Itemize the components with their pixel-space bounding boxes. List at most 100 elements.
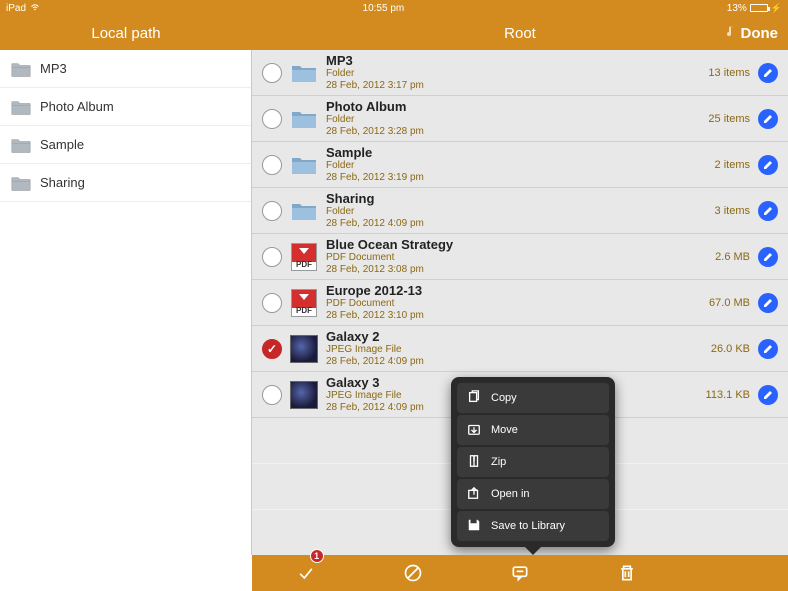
file-type-icon: PDF [290, 289, 318, 317]
folder-icon [10, 174, 32, 192]
select-all-button[interactable]: 1 [286, 555, 326, 591]
edit-button[interactable] [758, 385, 778, 405]
file-type-label: Folder [326, 160, 715, 172]
edit-button[interactable] [758, 155, 778, 175]
zip-icon [467, 454, 491, 471]
file-type-label: Folder [326, 68, 708, 80]
file-name: Sharing [326, 191, 715, 207]
edit-button[interactable] [758, 339, 778, 359]
sidebar-item-label: Sharing [40, 175, 85, 190]
select-checkbox[interactable] [262, 247, 282, 267]
deselect-button[interactable] [393, 555, 433, 591]
popup-item-zip[interactable]: Zip [457, 447, 609, 477]
file-name: Europe 2012-13 [326, 283, 709, 299]
file-info: Blue Ocean Strategy PDF Document 28 Feb,… [326, 237, 715, 277]
mail-button[interactable] [714, 555, 754, 591]
file-type-label: Folder [326, 114, 708, 126]
edit-button[interactable] [758, 109, 778, 129]
file-meta: 113.1 KB [706, 389, 750, 401]
file-row[interactable]: Galaxy 2 JPEG Image File 28 Feb, 2012 4:… [252, 326, 788, 372]
file-name: Galaxy 2 [326, 329, 711, 345]
popup-item-label: Zip [491, 456, 506, 468]
select-checkbox[interactable] [262, 385, 282, 405]
file-row[interactable]: Sharing Folder 28 Feb, 2012 4:09 pm 3 it… [252, 188, 788, 234]
select-checkbox[interactable] [262, 293, 282, 313]
folder-icon [10, 98, 32, 116]
sidebar-item[interactable]: MP3 [0, 50, 251, 88]
popup-item-openin[interactable]: Open in [457, 479, 609, 509]
edit-button[interactable] [758, 247, 778, 267]
select-checkbox[interactable] [262, 155, 282, 175]
image-thumb-icon [290, 335, 318, 363]
edit-button[interactable] [758, 201, 778, 221]
popup-item-label: Save to Library [491, 520, 565, 532]
file-type-icon [290, 105, 318, 133]
file-type-icon [290, 59, 318, 87]
image-thumb-icon [290, 381, 318, 409]
sidebar-item-label: Photo Album [40, 99, 114, 114]
select-checkbox[interactable] [262, 339, 282, 359]
file-info: Sample Folder 28 Feb, 2012 3:19 pm [326, 145, 715, 185]
file-type-icon [290, 381, 318, 409]
file-type-icon: PDF [290, 243, 318, 271]
file-date: 28 Feb, 2012 3:28 pm [326, 126, 708, 138]
popup-item-label: Open in [491, 488, 530, 500]
select-checkbox[interactable] [262, 109, 282, 129]
done-label: Done [741, 25, 779, 42]
sidebar-item-label: Sample [40, 137, 84, 152]
select-checkbox[interactable] [262, 201, 282, 221]
edit-button[interactable] [758, 63, 778, 83]
file-info: Sharing Folder 28 Feb, 2012 4:09 pm [326, 191, 715, 231]
comment-button[interactable] [500, 555, 540, 591]
status-bar: iPad 10:55 pm 13% ⚡ [0, 0, 788, 16]
popup-item-copy[interactable]: Copy [457, 383, 609, 413]
select-checkbox[interactable] [262, 63, 282, 83]
file-date: 28 Feb, 2012 3:19 pm [326, 172, 715, 184]
sidebar-item[interactable]: Sample [0, 126, 251, 164]
file-date: 28 Feb, 2012 3:17 pm [326, 80, 708, 92]
file-type-label: JPEG Image File [326, 344, 711, 356]
file-type-icon [290, 151, 318, 179]
file-type-icon [290, 197, 318, 225]
sidebar-item-label: MP3 [40, 61, 67, 76]
file-row[interactable]: Photo Album Folder 28 Feb, 2012 3:28 pm … [252, 96, 788, 142]
file-name: Blue Ocean Strategy [326, 237, 715, 253]
file-meta: 2 items [715, 159, 750, 171]
file-name: MP3 [326, 53, 708, 69]
file-row[interactable]: Sample Folder 28 Feb, 2012 3:19 pm 2 ite… [252, 142, 788, 188]
selection-badge: 1 [310, 549, 324, 563]
save-icon [467, 518, 491, 535]
file-date: 28 Feb, 2012 3:10 pm [326, 310, 709, 322]
popup-item-move[interactable]: Move [457, 415, 609, 445]
openin-icon [467, 486, 491, 503]
file-row[interactable]: PDF Blue Ocean Strategy PDF Document 28 … [252, 234, 788, 280]
header-bar: Local path Root Done [0, 16, 788, 50]
file-row[interactable]: MP3 Folder 28 Feb, 2012 3:17 pm 13 items [252, 50, 788, 96]
file-meta: 67.0 MB [709, 297, 750, 309]
action-popup: Copy Move Zip Open in Save to Library [451, 377, 615, 547]
device-label: iPad [6, 3, 26, 14]
file-info: Europe 2012-13 PDF Document 28 Feb, 2012… [326, 283, 709, 323]
file-meta: 26.0 KB [711, 343, 750, 355]
sidebar-item[interactable]: Sharing [0, 164, 251, 202]
done-button[interactable]: Done [723, 24, 779, 42]
move-icon [467, 422, 491, 439]
popup-item-label: Move [491, 424, 518, 436]
file-type-label: PDF Document [326, 252, 715, 264]
battery-icon [750, 4, 768, 12]
battery-percent: 13% [727, 3, 747, 14]
file-info: Photo Album Folder 28 Feb, 2012 3:28 pm [326, 99, 708, 139]
delete-button[interactable] [607, 555, 647, 591]
charging-icon: ⚡ [771, 3, 782, 14]
sidebar-item[interactable]: Photo Album [0, 88, 251, 126]
pdf-icon: PDF [291, 243, 317, 271]
file-name: Sample [326, 145, 715, 161]
file-info: Galaxy 2 JPEG Image File 28 Feb, 2012 4:… [326, 329, 711, 369]
file-row[interactable]: PDF Europe 2012-13 PDF Document 28 Feb, … [252, 280, 788, 326]
file-meta: 3 items [715, 205, 750, 217]
file-type-label: PDF Document [326, 298, 709, 310]
edit-button[interactable] [758, 293, 778, 313]
popup-item-save[interactable]: Save to Library [457, 511, 609, 541]
wifi-icon [30, 3, 40, 14]
file-date: 28 Feb, 2012 4:09 pm [326, 356, 711, 368]
